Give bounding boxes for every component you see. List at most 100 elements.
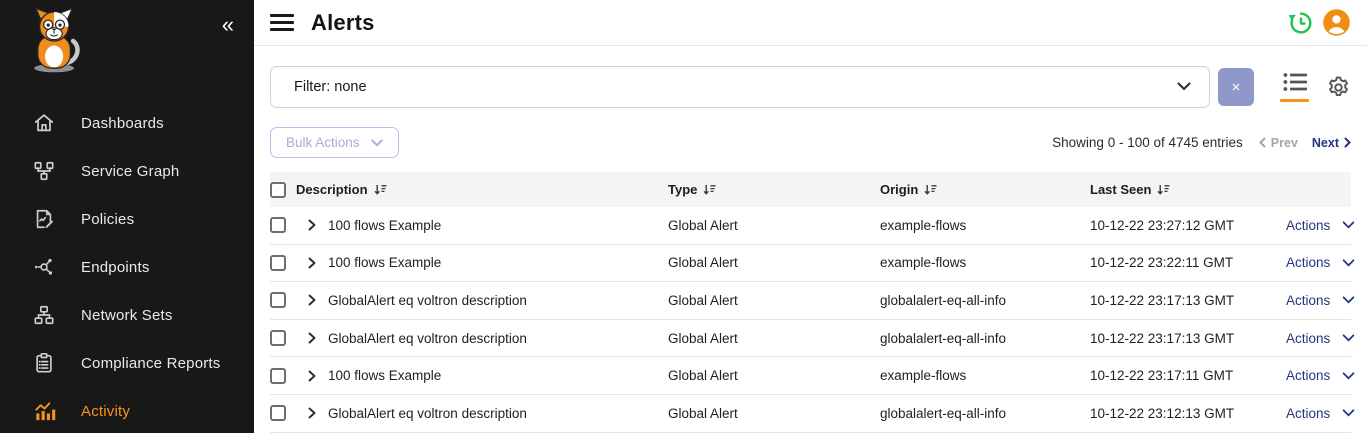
description-cell: 100 flows Example (328, 368, 441, 383)
expand-row-chevron-icon[interactable] (308, 407, 316, 419)
table-row: 100 flows Example Global Alert example-f… (270, 357, 1351, 395)
expand-row-chevron-icon[interactable] (308, 294, 316, 306)
actions-label: Actions (1286, 255, 1330, 270)
row-checkbox[interactable] (270, 255, 286, 271)
sidebar: « (0, 0, 254, 433)
actions-label: Actions (1286, 293, 1330, 308)
row-actions-button[interactable]: Actions (1286, 368, 1355, 383)
chevron-down-icon (1342, 372, 1355, 380)
row-checkbox[interactable] (270, 217, 286, 233)
sidebar-item-compliance-reports[interactable]: Compliance Reports (0, 339, 254, 387)
gear-icon (1326, 75, 1351, 100)
sidebar-item-label: Network Sets (81, 307, 173, 324)
sidebar-item-service-graph[interactable]: Service Graph (0, 147, 254, 195)
column-header-type[interactable]: Type (668, 182, 880, 197)
expand-row-chevron-icon[interactable] (308, 332, 316, 344)
sidebar-nav: Dashboards Service Graph (0, 99, 254, 433)
sidebar-item-label: Activity (81, 403, 130, 420)
sort-icon (703, 184, 716, 196)
description-cell: 100 flows Example (328, 255, 441, 270)
service-graph-icon (32, 159, 56, 183)
user-avatar-button[interactable] (1322, 8, 1351, 37)
type-cell: Global Alert (668, 406, 880, 421)
calico-cat-logo (0, 0, 254, 83)
pager: Prev Next (1259, 136, 1351, 150)
network-sets-icon (32, 303, 56, 327)
list-view-toggle[interactable] (1280, 72, 1309, 102)
column-header-last-seen[interactable]: Last Seen (1090, 182, 1286, 197)
expand-row-chevron-icon[interactable] (308, 219, 316, 231)
row-checkbox[interactable] (270, 368, 286, 384)
actions-label: Actions (1286, 406, 1330, 421)
row-actions-button[interactable]: Actions (1286, 293, 1355, 308)
policies-icon (32, 207, 56, 231)
prev-label: Prev (1271, 136, 1298, 150)
chevron-right-icon (1344, 137, 1351, 148)
table-body: 100 flows Example Global Alert example-f… (270, 207, 1351, 433)
table-row: 100 flows Example Global Alert example-f… (270, 245, 1351, 283)
type-cell: Global Alert (668, 293, 880, 308)
sidebar-item-network-sets[interactable]: Network Sets (0, 291, 254, 339)
expand-row-chevron-icon[interactable] (308, 257, 316, 269)
home-icon (32, 111, 56, 135)
sidebar-item-endpoints[interactable]: Endpoints (0, 243, 254, 291)
sidebar-collapse-button[interactable]: « (222, 14, 234, 36)
row-actions-button[interactable]: Actions (1286, 255, 1355, 270)
origin-cell: globalalert-eq-all-info (880, 293, 1090, 308)
settings-button[interactable] (1326, 75, 1351, 100)
activity-icon (32, 399, 56, 423)
alerts-table: Description Type Origin Last Seen (270, 172, 1351, 433)
sidebar-item-label: Compliance Reports (81, 355, 221, 372)
origin-cell: example-flows (880, 255, 1090, 270)
compliance-reports-icon (32, 351, 56, 375)
select-all-checkbox[interactable] (270, 182, 286, 198)
filter-dropdown-value: Filter: none (294, 79, 367, 95)
prev-page-link[interactable]: Prev (1259, 136, 1298, 150)
row-actions-button[interactable]: Actions (1286, 331, 1355, 346)
row-checkbox[interactable] (270, 292, 286, 308)
table-row: GlobalAlert eq voltron description Globa… (270, 395, 1351, 433)
row-checkbox[interactable] (270, 330, 286, 346)
last-seen-cell: 10-12-22 23:17:13 GMT (1090, 293, 1286, 308)
table-row: GlobalAlert eq voltron description Globa… (270, 282, 1351, 320)
top-bar: Alerts (254, 0, 1367, 46)
history-clock-icon (1287, 9, 1315, 37)
content-area: Filter: none × (254, 46, 1367, 433)
row-checkbox[interactable] (270, 405, 286, 421)
actions-label: Actions (1286, 368, 1330, 383)
toolbar-row: Bulk Actions Showing 0 - 100 of 4745 ent… (270, 127, 1351, 158)
type-cell: Global Alert (668, 331, 880, 346)
sidebar-item-policies[interactable]: Policies (0, 195, 254, 243)
chevron-down-icon (371, 139, 383, 147)
chevron-down-icon (1342, 296, 1355, 304)
expand-row-chevron-icon[interactable] (308, 370, 316, 382)
table-header-row: Description Type Origin Last Seen (270, 172, 1351, 207)
row-actions-button[interactable]: Actions (1286, 406, 1355, 421)
chevron-left-icon (1259, 137, 1266, 148)
row-actions-button[interactable]: Actions (1286, 218, 1355, 233)
list-view-icon (1283, 72, 1307, 92)
chevron-down-icon (1342, 409, 1355, 417)
last-seen-cell: 10-12-22 23:27:12 GMT (1090, 218, 1286, 233)
next-page-link[interactable]: Next (1312, 136, 1351, 150)
history-button[interactable] (1287, 9, 1315, 37)
sidebar-item-label: Policies (81, 211, 134, 228)
app-window: « (0, 0, 1367, 433)
clear-filter-button[interactable]: × (1218, 68, 1254, 106)
column-header-description[interactable]: Description (296, 182, 668, 197)
last-seen-cell: 10-12-22 23:17:11 GMT (1090, 368, 1286, 383)
origin-cell: example-flows (880, 368, 1090, 383)
main-panel: Alerts (254, 0, 1367, 433)
last-seen-cell: 10-12-22 23:12:13 GMT (1090, 406, 1286, 421)
origin-cell: globalalert-eq-all-info (880, 406, 1090, 421)
sidebar-item-dashboards[interactable]: Dashboards (0, 99, 254, 147)
last-seen-cell: 10-12-22 23:22:11 GMT (1090, 255, 1286, 270)
column-header-origin[interactable]: Origin (880, 182, 1090, 197)
page-title: Alerts (311, 10, 375, 36)
filter-dropdown[interactable]: Filter: none (270, 66, 1210, 108)
menu-hamburger-icon[interactable] (270, 14, 294, 31)
chevron-down-icon (1342, 259, 1355, 267)
bulk-actions-button[interactable]: Bulk Actions (270, 127, 399, 158)
sidebar-item-label: Endpoints (81, 259, 150, 276)
sidebar-item-activity[interactable]: Activity (0, 387, 254, 433)
